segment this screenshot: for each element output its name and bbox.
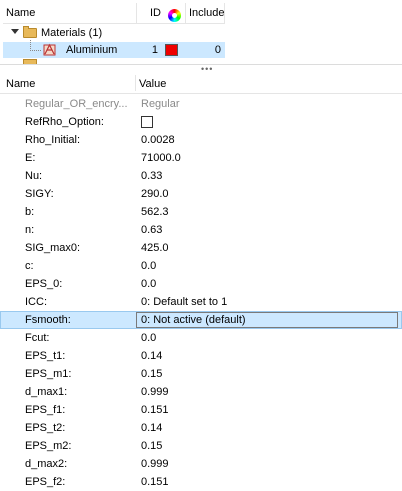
property-name: EPS_m2:	[25, 440, 72, 452]
tree-group-materials[interactable]: Materials (1)	[3, 25, 225, 41]
property-row[interactable]: EPS_0: 0.0	[0, 275, 402, 293]
property-row[interactable]: SIGY: 290.0	[0, 185, 402, 203]
property-value[interactable]: 290.0	[141, 185, 169, 203]
property-row[interactable]: d_max2: 0.999	[0, 455, 402, 473]
property-value[interactable]: 0: Not active (default)	[141, 311, 246, 329]
property-name: EPS_f2:	[25, 476, 66, 488]
splitter-grip-icon[interactable]: •••	[201, 65, 213, 74]
folder-icon	[23, 26, 37, 38]
property-name: E:	[25, 152, 36, 164]
editor-header: Name Value	[0, 73, 402, 94]
column-header-value[interactable]: Value	[139, 73, 166, 93]
property-row[interactable]: Regular_OR_encry... Regular	[0, 95, 402, 113]
property-name: d_max1:	[25, 386, 68, 398]
refrho-option-checkbox[interactable]	[141, 116, 153, 128]
property-name: Nu:	[25, 170, 43, 182]
column-header-include[interactable]: Include	[186, 3, 225, 23]
tree-item-material[interactable]: Aluminium 1 0	[3, 40, 225, 58]
property-row[interactable]: Nu: 0.33	[0, 167, 402, 185]
property-row[interactable]: Fcut: 0.0	[0, 329, 402, 347]
property-row[interactable]: Rho_Initial: 0.0028	[0, 131, 402, 149]
property-row[interactable]: SIG_max0: 425.0	[0, 239, 402, 257]
material-icon	[43, 43, 56, 56]
property-value[interactable]: 0.0	[141, 275, 156, 293]
property-value: Regular	[141, 98, 180, 110]
tree-connector	[30, 40, 41, 51]
property-name: ICC:	[25, 296, 47, 308]
property-row[interactable]: EPS_m1: 0.15	[0, 365, 402, 383]
panel-splitter[interactable]: •••	[0, 64, 402, 74]
property-rows: Regular_OR_encry... Regular RefRho_Optio…	[0, 95, 402, 491]
property-name: EPS_f1:	[25, 404, 66, 416]
color-wheel-icon[interactable]	[168, 9, 181, 22]
property-value[interactable]: 0.63	[141, 221, 162, 239]
property-value[interactable]: 0.0028	[141, 131, 175, 149]
property-value[interactable]: 0.15	[141, 365, 162, 383]
property-name: c:	[25, 260, 34, 272]
property-row[interactable]: EPS_t1: 0.14	[0, 347, 402, 365]
column-header-name[interactable]: Name	[6, 73, 35, 93]
property-row[interactable]: EPS_m2: 0.15	[0, 437, 402, 455]
property-name: SIG_max0:	[25, 242, 81, 254]
property-value[interactable]: 562.3	[141, 203, 169, 221]
property-value[interactable]: 0.14	[141, 419, 162, 437]
property-value[interactable]: 0.151	[141, 473, 169, 491]
property-name: Rho_Initial:	[25, 134, 81, 146]
item-include: 0	[214, 44, 221, 56]
property-name: d_max2:	[25, 458, 68, 470]
column-header-name[interactable]: Name	[3, 3, 137, 23]
browser-header: Name ID Include	[3, 3, 225, 24]
property-row[interactable]: c: 0.0	[0, 257, 402, 275]
property-value[interactable]: 0.0	[141, 257, 156, 275]
color-swatch[interactable]	[165, 44, 178, 56]
property-name: Regular_OR_encry...	[25, 98, 128, 110]
property-value[interactable]: 0.0	[141, 329, 156, 347]
property-row[interactable]: EPS_t2: 0.14	[0, 419, 402, 437]
property-row[interactable]: d_max1: 0.999	[0, 383, 402, 401]
property-editor: Name Value Regular_OR_encry... Regular R…	[0, 73, 402, 489]
property-value[interactable]: 71000.0	[141, 149, 181, 167]
property-value[interactable]: 0.999	[141, 455, 169, 473]
property-value[interactable]: 0.15	[141, 437, 162, 455]
property-value[interactable]: 0.33	[141, 167, 162, 185]
property-value[interactable]: 0.999	[141, 383, 169, 401]
property-row[interactable]: RefRho_Option:	[0, 113, 402, 131]
property-name: Fcut:	[25, 332, 50, 344]
group-label: Materials (1)	[41, 27, 103, 39]
property-name: EPS_m1:	[25, 368, 72, 380]
item-label: Aluminium	[66, 44, 118, 56]
model-browser: Name ID Include Materials (1) Aluminium …	[0, 0, 402, 64]
property-row[interactable]: EPS_f1: 0.151	[0, 401, 402, 419]
property-name: Fsmooth:	[25, 314, 71, 326]
property-name: b:	[25, 206, 35, 218]
property-name: n:	[25, 224, 35, 236]
property-row-selected[interactable]: Fsmooth: 0: Not active (default)	[0, 311, 402, 329]
property-value[interactable]: 0.14	[141, 347, 162, 365]
property-row[interactable]: b: 562.3	[0, 203, 402, 221]
expand-arrow-icon[interactable]	[11, 29, 19, 34]
property-name: RefRho_Option:	[25, 116, 104, 128]
property-value[interactable]: 0: Default set to 1	[141, 293, 227, 311]
property-row[interactable]: ICC: 0: Default set to 1	[0, 293, 402, 311]
property-row[interactable]: EPS_f2: 0.151	[0, 473, 402, 491]
property-name: EPS_0:	[25, 278, 63, 290]
item-id: 1	[151, 44, 158, 56]
property-name: SIGY:	[25, 188, 54, 200]
property-value[interactable]: 425.0	[141, 239, 169, 257]
property-row[interactable]: E: 71000.0	[0, 149, 402, 167]
property-name: EPS_t2:	[25, 422, 66, 434]
property-name: EPS_t1:	[25, 350, 66, 362]
property-row[interactable]: n: 0.63	[0, 221, 402, 239]
column-divider[interactable]	[135, 75, 136, 91]
property-value[interactable]: 0.151	[141, 401, 169, 419]
